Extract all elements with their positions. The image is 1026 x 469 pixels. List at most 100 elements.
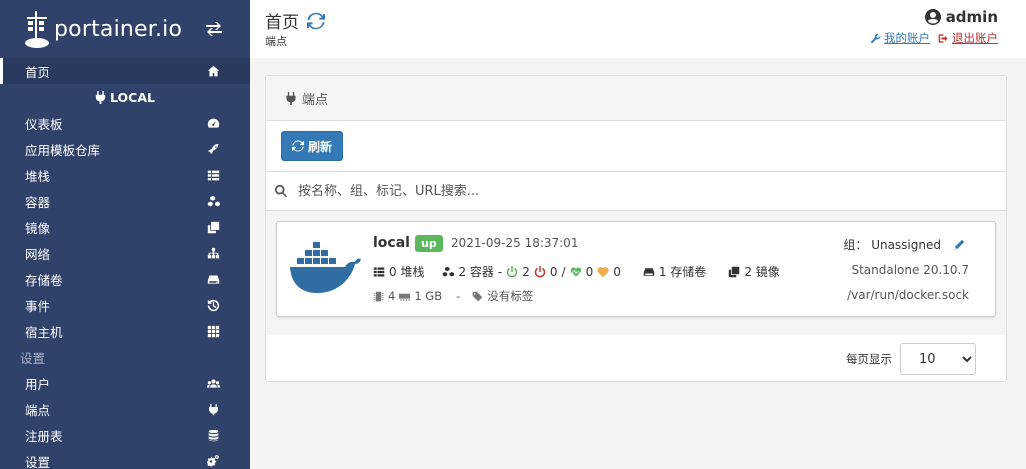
separator: - — [456, 289, 461, 303]
hdd-icon — [206, 272, 220, 286]
endpoint-card[interactable]: local up 2021-09-25 18:37:01 0 堆栈 2 容器 -… — [276, 221, 996, 317]
sidebar-item-label: 堆栈 — [25, 168, 51, 184]
cubes-icon — [443, 266, 455, 276]
endpoint-meta: 4 1 GB - 没有标签 — [373, 288, 533, 304]
sidebar-item-label: 设置 — [25, 454, 51, 469]
panel-title: 端点 — [302, 92, 329, 108]
portainer-logo[interactable]: portainer.io — [24, 9, 182, 49]
clone-icon — [729, 266, 740, 277]
sidebar-item-networks[interactable]: 网络 — [0, 240, 250, 266]
page-header: 首页 端点 admin 我的账户 退出账户 — [250, 0, 1026, 58]
separator: - — [497, 264, 503, 279]
refresh-icon[interactable] — [307, 12, 325, 30]
per-page-label: 每页显示 — [846, 352, 892, 366]
brand: portainer.io — [0, 0, 250, 58]
th-list-icon — [373, 267, 385, 276]
sidebar-item-home[interactable]: 首页 — [0, 58, 250, 84]
rocket-icon — [206, 142, 220, 156]
cubes-icon — [206, 194, 220, 208]
sidebar-item-settings[interactable]: 设置 — [0, 448, 250, 469]
status-badge: up — [415, 235, 443, 252]
wrench-icon — [870, 33, 881, 43]
sidebar-item-stacks[interactable]: 堆栈 — [0, 162, 250, 188]
portainer-crane-icon — [25, 11, 49, 48]
refresh-label: 刷新 — [308, 139, 333, 154]
sidebar-item-label: 应用模板仓库 — [25, 142, 101, 158]
sidebar-item-label: 宿主机 — [25, 324, 63, 340]
toggle-sidebar-icon[interactable] — [204, 20, 224, 38]
docker-socket: /var/run/docker.sock — [847, 288, 969, 302]
tags-label: 没有标签 — [487, 289, 534, 303]
heartbeat-icon — [569, 266, 582, 278]
my-account-link[interactable]: 我的账户 — [870, 30, 930, 46]
user-box: admin 我的账户 退出账户 — [870, 8, 998, 46]
sidebar-item-users[interactable]: 用户 — [0, 370, 250, 396]
breadcrumb: 端点 — [265, 35, 287, 48]
sign-out-icon — [938, 33, 948, 43]
plug-icon — [286, 91, 296, 105]
endpoint-label: LOCAL — [110, 89, 155, 105]
group-label: 组： Unassigned — [843, 238, 941, 252]
my-account-label: 我的账户 — [884, 31, 930, 45]
panel-header: 端点 — [266, 76, 1006, 121]
username: admin — [945, 8, 998, 26]
endpoint-list: local up 2021-09-25 18:37:01 0 堆栈 2 容器 -… — [266, 211, 1006, 335]
healthy-count: 0 — [585, 264, 594, 279]
endpoints-panel: 端点 刷新 local up 2021-09-25 18:37:01 — [265, 75, 1007, 382]
sidebar-item-endpoints[interactable]: 端点 — [0, 396, 250, 422]
microchip-icon — [373, 291, 384, 301]
sidebar-item-label: 注册表 — [25, 428, 63, 444]
th-icon — [206, 324, 220, 338]
sidebar-item-label: 用户 — [25, 376, 51, 392]
endpoint-stats: 0 堆栈 2 容器 - 2 0 / 0 0 1 存储卷 2 镜像 — [373, 263, 780, 280]
sitemap-icon — [206, 246, 220, 260]
sidebar-item-label: 存储卷 — [25, 272, 63, 288]
sidebar-item-templates[interactable]: 应用模板仓库 — [0, 136, 250, 162]
page-title-text: 首页 — [265, 13, 299, 33]
pagination-settings: 每页显示 10 — [846, 343, 976, 375]
page-title: 首页 — [265, 8, 325, 33]
containers-count: 2 容器 — [458, 265, 494, 279]
sidebar-item-label: 容器 — [25, 194, 51, 210]
memory-icon — [399, 293, 411, 301]
sidebar-nav: 首页 LOCAL 仪表板 应用模板仓库 堆栈 容器 镜像 网络 存储卷 事件 宿… — [0, 58, 250, 469]
sidebar-item-events[interactable]: 事件 — [0, 292, 250, 318]
endpoint-name: local — [373, 235, 410, 251]
clone-icon — [206, 220, 220, 234]
cogs-icon — [206, 454, 220, 468]
endpoint-timestamp: 2021-09-25 18:37:01 — [451, 236, 579, 250]
hdd-icon — [643, 267, 655, 276]
sidebar-item-host[interactable]: 宿主机 — [0, 318, 250, 344]
sidebar-item-dashboard[interactable]: 仪表板 — [0, 110, 250, 136]
sidebar-item-volumes[interactable]: 存储卷 — [0, 266, 250, 292]
refresh-button[interactable]: 刷新 — [281, 131, 344, 161]
sidebar-item-images[interactable]: 镜像 — [0, 214, 250, 240]
unhealthy-count: 0 — [613, 264, 621, 279]
search-bar — [266, 171, 1006, 211]
user-links: 我的账户 退出账户 — [870, 30, 998, 46]
running-count: 2 — [522, 264, 530, 279]
slash-separator: / — [561, 264, 566, 279]
docker-version: Standalone 20.10.7 — [851, 263, 969, 277]
power-on-icon — [507, 265, 518, 277]
pencil-icon[interactable] — [953, 239, 965, 251]
refresh-icon — [292, 140, 304, 152]
sidebar: portainer.io 首页 LOCAL 仪表板 应用模板仓库 堆栈 容器 镜… — [0, 0, 250, 469]
sidebar-endpoint-local: LOCAL — [0, 84, 250, 110]
per-page-select[interactable]: 10 — [900, 343, 976, 375]
sidebar-section-settings: 设置 — [20, 350, 46, 366]
logout-link[interactable]: 退出账户 — [938, 30, 998, 46]
panel-toolbar: 刷新 — [266, 121, 1006, 171]
stopped-count: 0 — [549, 264, 558, 279]
tachometer-icon — [206, 116, 220, 130]
users-icon — [206, 376, 220, 390]
search-input[interactable] — [298, 183, 898, 199]
cpu-count: 4 — [388, 289, 396, 303]
memory-amount: 1 GB — [414, 289, 443, 303]
sidebar-item-registries[interactable]: 注册表 — [0, 422, 250, 448]
docker-logo-icon — [290, 242, 361, 294]
sidebar-item-containers[interactable]: 容器 — [0, 188, 250, 214]
images-count: 2 镜像 — [744, 265, 780, 279]
sidebar-item-label: 网络 — [25, 246, 51, 262]
sidebar-item-label: 事件 — [25, 298, 51, 314]
